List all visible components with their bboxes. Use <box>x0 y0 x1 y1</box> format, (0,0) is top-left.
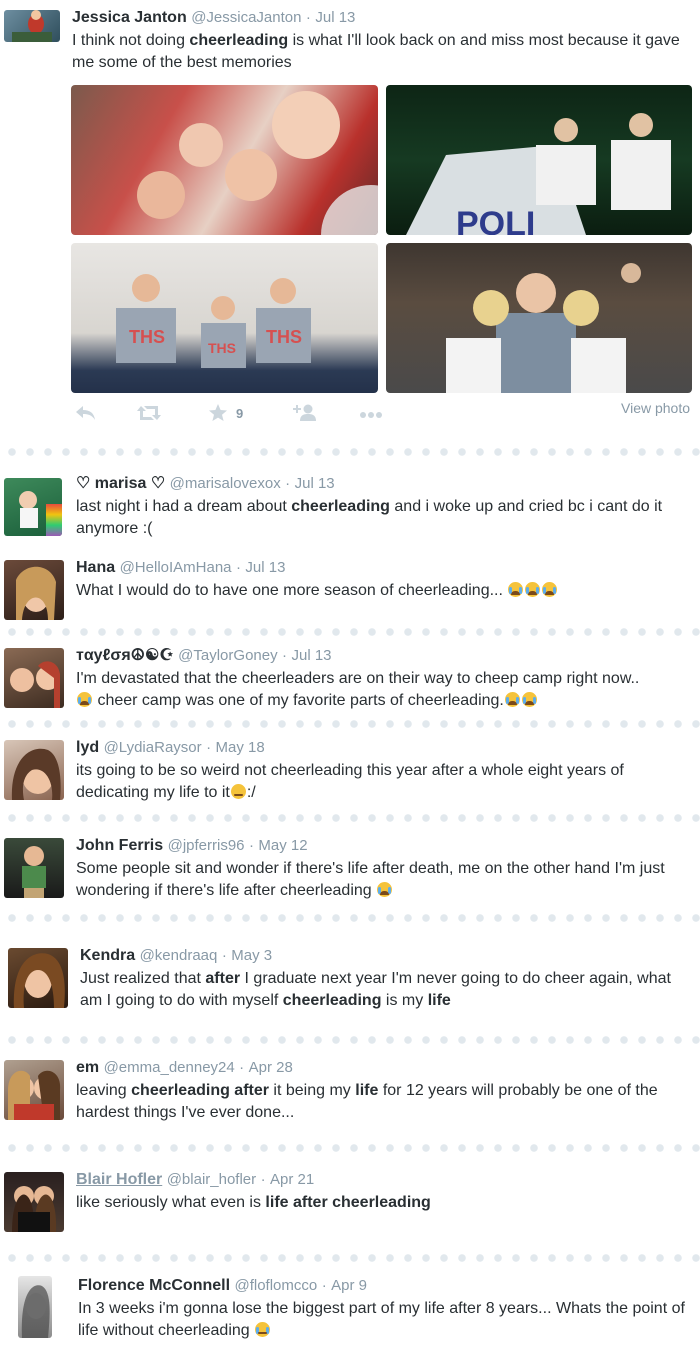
tweet-text: Just realized that after I graduate next… <box>80 970 671 1009</box>
user-handle[interactable]: @jpferris96 <box>168 837 245 854</box>
tweet-time[interactable]: Jul 13 <box>315 9 355 26</box>
tweet-text: Some people sit and wonder if there's li… <box>76 860 665 899</box>
user-handle[interactable]: @blair_hofler <box>167 1171 256 1188</box>
tweet-time[interactable]: Jul 13 <box>292 647 332 664</box>
tweet: em @emma_denney24 · Apr 28 leaving cheer… <box>0 1050 700 1130</box>
user-handle[interactable]: @kendraaq <box>140 947 218 964</box>
avatar[interactable] <box>4 1060 64 1120</box>
favorite-count: 9 <box>236 406 244 421</box>
view-photo-link[interactable]: View photo <box>621 400 690 416</box>
avatar[interactable] <box>4 648 64 708</box>
follow-icon[interactable] <box>292 404 318 427</box>
tweet: ♡ marisa ♡ @marisalovexox · Jul 13 last … <box>0 470 700 550</box>
tweet-time[interactable]: Jul 13 <box>245 559 285 576</box>
tweet-divider <box>0 626 700 638</box>
tweet-text: its going to be so weird not cheerleadin… <box>76 762 624 801</box>
tweet-divider <box>0 1034 700 1046</box>
photo-label: THS <box>208 340 236 356</box>
tweet: John Ferris @jpferris96 · May 12 Some pe… <box>0 830 700 910</box>
tweet-text: I think not doing cheerleading is what I… <box>72 32 680 71</box>
tweet-divider <box>0 912 700 924</box>
user-name[interactable]: Jessica Janton <box>72 9 187 26</box>
crying-emoji <box>521 692 537 707</box>
tweet-photo[interactable]: POLI <box>386 85 692 235</box>
reply-icon[interactable] <box>74 404 96 427</box>
crying-emoji <box>377 882 393 897</box>
photo-label: THS <box>129 327 165 347</box>
tweet-time[interactable]: May 12 <box>258 837 307 854</box>
photo-label: THS <box>266 327 302 347</box>
tweet-divider <box>0 1142 700 1154</box>
user-handle[interactable]: @emma_denney24 <box>104 1059 235 1076</box>
crying-emoji <box>504 692 520 707</box>
tweet-photo[interactable]: THS THS THS <box>71 243 378 393</box>
tweet-time[interactable]: May 18 <box>216 739 265 756</box>
avatar[interactable] <box>4 10 60 42</box>
crying-emoji <box>525 582 541 597</box>
user-handle[interactable]: @JessicaJanton <box>191 9 301 26</box>
favorite-icon[interactable] <box>208 404 228 427</box>
tweet-text: like seriously what even is life after c… <box>76 1194 431 1211</box>
avatar[interactable] <box>18 1276 52 1338</box>
tweet-text: What I would do to have one more season … <box>76 580 696 602</box>
user-name[interactable]: Hana <box>76 559 115 576</box>
user-name[interactable]: Florence McConnell <box>78 1277 230 1294</box>
tweet-actions: 9 View photo <box>72 400 692 432</box>
tweet-time[interactable]: Apr 28 <box>249 1059 293 1076</box>
user-handle[interactable]: @floflomcco <box>234 1277 317 1294</box>
tweet-text: leaving cheerleading after it being my l… <box>76 1082 658 1121</box>
tweet-time[interactable]: Jul 13 <box>295 475 335 492</box>
tweet-time[interactable]: Apr 9 <box>331 1277 367 1294</box>
user-handle[interactable]: @HelloIAmHana <box>120 559 232 576</box>
user-handle[interactable]: @LydiaRaysor <box>104 739 202 756</box>
crying-emoji <box>542 582 558 597</box>
retweet-icon[interactable] <box>136 404 162 427</box>
tweet: Hana @HelloIAmHana · Jul 13 What I would… <box>0 550 700 620</box>
tweet-text: In 3 weeks i'm gonna lose the biggest pa… <box>78 1300 685 1339</box>
avatar[interactable] <box>4 1172 64 1232</box>
avatar[interactable] <box>4 478 62 536</box>
user-name[interactable]: lyd <box>76 739 99 756</box>
user-name[interactable]: em <box>76 1059 99 1076</box>
user-name[interactable]: тαуℓσя☮☯☪ <box>76 647 174 664</box>
sad-emoji <box>255 1322 271 1337</box>
user-handle[interactable]: @TaylorGoney <box>178 647 277 664</box>
tweet: Blair Hofler @blair_hofler · Apr 21 like… <box>0 1162 700 1242</box>
user-handle[interactable]: @marisalovexox <box>170 475 281 492</box>
tweet-photo[interactable] <box>386 243 692 393</box>
photo-label: POLI <box>456 205 535 235</box>
avatar[interactable] <box>8 948 68 1008</box>
tweet-divider <box>0 718 700 730</box>
tweet-divider <box>0 446 700 458</box>
tweet: Jessica Janton @JessicaJanton · Jul 13 I… <box>0 0 700 440</box>
crying-emoji <box>508 582 524 597</box>
tweet-text: I'm devastated that the cheerleaders are… <box>76 670 640 709</box>
tweet-time[interactable]: May 3 <box>231 947 272 964</box>
user-name[interactable]: ♡ marisa ♡ <box>76 475 165 492</box>
user-name[interactable]: John Ferris <box>76 837 163 854</box>
persevering-emoji <box>230 784 246 799</box>
crying-emoji <box>77 692 92 707</box>
tweet: тαуℓσя☮☯☪ @TaylorGoney · Jul 13 I'm deva… <box>0 638 700 718</box>
tweet-divider <box>0 1252 700 1264</box>
tweet-time[interactable]: Apr 21 <box>270 1171 314 1188</box>
user-name[interactable]: Blair Hofler <box>76 1171 162 1188</box>
tweet: lyd @LydiaRaysor · May 18 its going to b… <box>0 732 700 812</box>
tweet: Kendra @kendraaq · May 3 Just realized t… <box>0 940 700 1020</box>
more-icon[interactable] <box>358 404 384 427</box>
avatar[interactable] <box>4 560 64 620</box>
tweet: Florence McConnell @floflomcco · Apr 9 I… <box>0 1270 700 1360</box>
user-name[interactable]: Kendra <box>80 947 135 964</box>
avatar[interactable] <box>4 740 64 800</box>
tweet-divider <box>0 812 700 824</box>
tweet-photo[interactable] <box>71 85 378 235</box>
avatar[interactable] <box>4 838 64 898</box>
tweet-text: last night i had a dream about cheerlead… <box>76 498 663 537</box>
